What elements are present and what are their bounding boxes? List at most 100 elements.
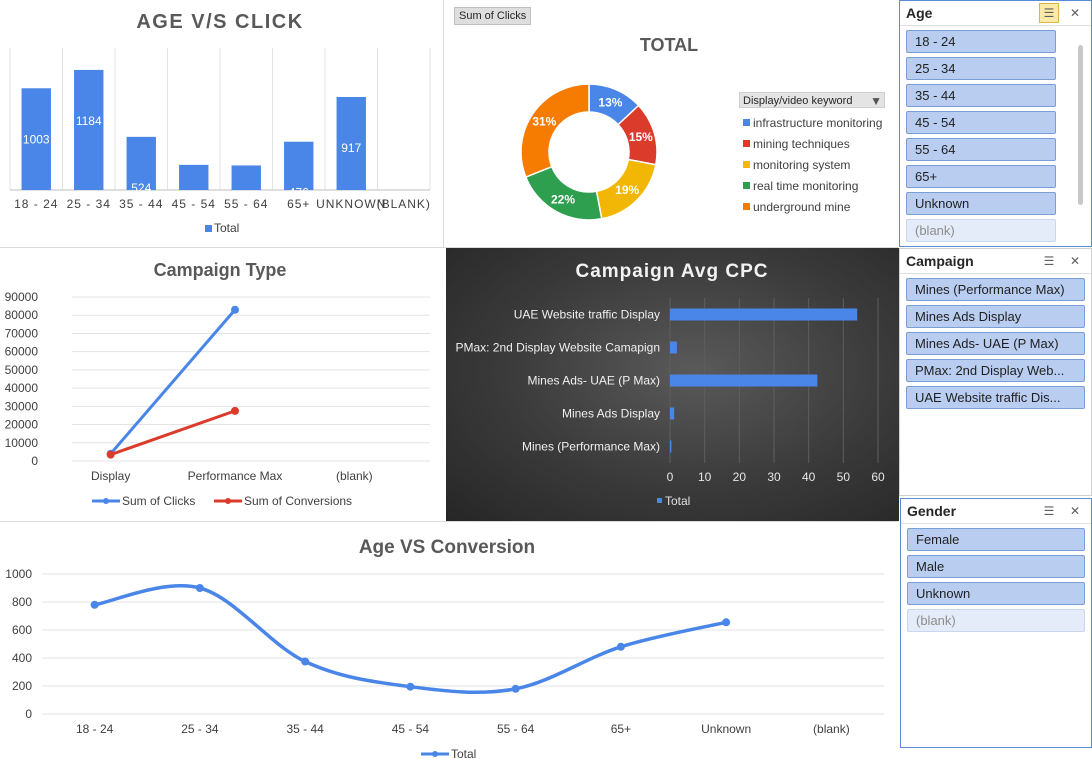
slicer-item[interactable]: Male [907,555,1085,578]
y-tick-label: 200 [12,679,32,693]
slicer-item[interactable]: (blank) [907,609,1085,632]
slicer-item[interactable]: (blank) [906,219,1056,242]
bar[interactable] [231,165,261,190]
legend-label: monitoring system [753,157,851,172]
bar[interactable] [74,69,104,190]
y-tick-label: 20000 [5,418,39,432]
data-point[interactable] [90,600,99,609]
x-tick-label: Performance Max [188,469,283,483]
slicer-item[interactable]: UAE Website traffic Dis... [906,386,1085,409]
legend-swatch [743,161,750,168]
multi-select-icon[interactable]: ☰ [1039,3,1059,23]
y-tick-label: 0 [31,454,38,468]
data-point[interactable] [106,450,115,459]
slicer-item[interactable]: 18 - 24 [906,30,1056,53]
data-point[interactable] [195,584,204,592]
slicer-item[interactable]: 45 - 54 [906,111,1056,134]
clear-filter-icon[interactable]: ✕ [1065,3,1085,23]
age-slicer-header: Age ☰ ✕ [900,1,1091,26]
y-tick-label: PMax: 2nd Display Website Camapign [455,341,660,355]
slicer-item[interactable]: 55 - 64 [906,138,1056,161]
slicer-item[interactable]: 65+ [906,165,1056,188]
x-tick-label: 20 [733,470,747,484]
age-conversion-chart[interactable]: Age VS Conversion 1000 800 600 400 200 0 18 - … [0,522,899,759]
data-point[interactable] [722,618,731,627]
y-tick-label: 40000 [5,381,39,395]
filter-icon[interactable]: ▼ [870,93,882,109]
legend-label: mining techniques [753,136,850,151]
data-label: 1184 [76,114,102,128]
slicer-item[interactable]: Unknown [907,582,1085,605]
y-tick-label: 60000 [5,345,39,359]
data-point[interactable] [511,684,520,693]
bar[interactable] [670,308,858,321]
data-point[interactable] [406,682,415,691]
y-tick-label: 10000 [5,436,39,450]
avg-cpc-svg: Campaign Avg CPC 0 10 20 30 40 50 60 UAE Websit… [455,261,885,508]
age-click-chart[interactable]: AGE V/S CLICK 1003 1184 524 248 242 476 917 18… [0,0,443,247]
multi-select-icon[interactable]: ☰ [1039,251,1059,271]
age-conversion-legend-marker [432,751,438,757]
y-tick-label: 90000 [5,290,39,304]
clear-filter-icon[interactable]: ✕ [1065,501,1085,521]
legend-label: Sum of Conversions [244,494,352,508]
bar[interactable] [284,141,314,190]
age-slicer-scrollbar[interactable] [1078,45,1083,205]
slicer-item[interactable]: Mines Ads Display [906,305,1085,328]
bar[interactable] [670,407,675,420]
campaign-slicer-items: Mines (Performance Max) Mines Ads Display… [900,278,1091,409]
x-tick-label: 18 - 24 [76,722,114,736]
slicer-item[interactable]: 35 - 44 [906,84,1056,107]
y-tick-label: 0 [25,707,32,721]
age-conversion-title: Age VS Conversion [359,537,535,558]
slicer-item[interactable]: Female [907,528,1085,551]
slicer-item[interactable]: 25 - 34 [906,57,1056,80]
age-slicer[interactable]: Age ☰ ✕ 18 - 24 25 - 34 35 - 44 45 - 54 55 -… [899,0,1092,247]
legend-label: infrastructure monitoring [753,115,883,130]
bar[interactable] [179,164,209,190]
x-tick-label: 45 - 54 [172,197,216,211]
age-click-legend: Total [214,221,239,235]
campaign-slicer-title: Campaign [906,253,974,269]
multi-select-icon[interactable]: ☰ [1039,501,1059,521]
data-point[interactable] [231,305,239,314]
bar[interactable] [670,440,672,453]
donut-slice[interactable] [520,83,590,179]
avg-cpc-title: Campaign Avg CPC [575,261,768,282]
slicer-item[interactable]: Mines (Performance Max) [906,278,1085,301]
slice-label: 22% [551,192,575,206]
x-tick-label: 65+ [611,722,631,736]
slicer-item[interactable]: Mines Ads- UAE (P Max) [906,332,1085,355]
keyword-legend-header[interactable]: Display/video keyword ▼ [739,92,885,108]
age-conversion-legend: Total [451,747,476,759]
campaign-avg-cpc-chart[interactable]: Campaign Avg CPC 0 10 20 30 40 50 60 UAE Websit… [446,248,899,521]
gender-slicer[interactable]: Gender ☰ ✕ Female Male Unknown (blank) [900,498,1092,748]
clear-filter-icon[interactable]: ✕ [1065,251,1085,271]
legend-item: infrastructure monitoring [743,112,882,133]
data-point[interactable] [616,642,625,651]
x-tick-label: (blank) [813,722,850,736]
campaign-type-chart[interactable]: Campaign Type 90000 80000 70000 60000 50000 4… [0,248,444,521]
y-tick-label: 80000 [5,308,39,322]
campaign-slicer[interactable]: Campaign ☰ ✕ Mines (Performance Max) Mine… [899,248,1092,496]
y-tick-label: 50000 [5,363,39,377]
campaign-type-title: Campaign Type [154,260,287,280]
bar[interactable] [670,374,818,387]
campaign-type-svg: Campaign Type 90000 80000 70000 60000 50000 4… [5,260,430,508]
data-point[interactable] [301,657,310,666]
data-label: 524 [131,181,151,195]
data-point[interactable] [231,406,239,415]
slicer-item[interactable]: PMax: 2nd Display Web... [906,359,1085,382]
age-click-svg: AGE V/S CLICK 10031184524248 242476917 18… [9,11,431,235]
y-tick-label: 30000 [5,399,39,413]
age-slicer-items: 18 - 24 25 - 34 35 - 44 45 - 54 55 - 64 65+ Un… [900,30,1091,242]
bar[interactable] [670,341,677,354]
y-tick-label: Mines Ads- UAE (P Max) [528,374,660,388]
legend-label: Sum of Clicks [122,494,195,508]
x-tick-label: 10 [698,470,712,484]
slicer-item[interactable]: Unknown [906,192,1056,215]
legend-marker [225,498,231,504]
legend-swatch [743,140,750,147]
x-tick-label: Unknown [701,722,751,736]
legend-item: monitoring system [743,154,882,175]
